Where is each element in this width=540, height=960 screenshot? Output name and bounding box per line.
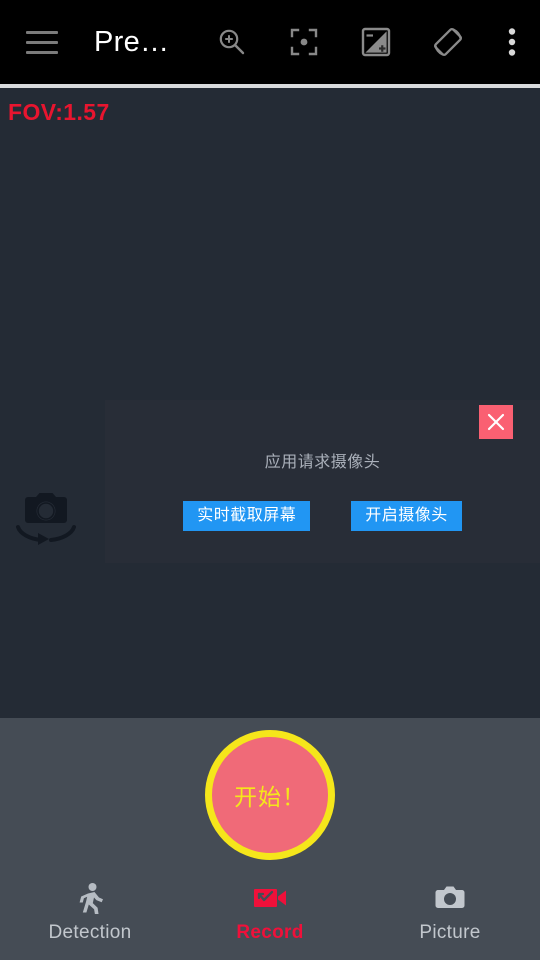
capture-screen-button[interactable]: 实时截取屏幕 bbox=[183, 501, 311, 531]
zoom-in-icon bbox=[216, 26, 248, 58]
tab-detection-label: Detection bbox=[48, 922, 132, 943]
camera-icon bbox=[434, 881, 466, 915]
running-person-icon bbox=[75, 881, 105, 915]
tab-record-label: Record bbox=[236, 922, 304, 943]
exposure-compensation-icon bbox=[360, 26, 392, 58]
screen-rotation-button[interactable] bbox=[412, 0, 484, 84]
video-record-icon bbox=[253, 881, 287, 915]
bottom-tabbar: Detection Record Picture bbox=[0, 875, 540, 960]
dialog-actions: 实时截取屏幕 开启摄像头 bbox=[105, 501, 540, 531]
hamburger-menu-icon[interactable] bbox=[14, 14, 70, 70]
start-record-label: 开始！ bbox=[234, 784, 306, 810]
switch-camera-icon[interactable] bbox=[6, 487, 86, 549]
page-title: Pre… bbox=[94, 25, 170, 58]
camera-permission-dialog: 应用请求摄像头 实时截取屏幕 开启摄像头 bbox=[105, 400, 540, 563]
tab-detection[interactable]: Detection bbox=[0, 875, 180, 960]
overflow-menu-icon bbox=[508, 27, 516, 57]
fov-label: FOV:1.57 bbox=[8, 99, 110, 125]
screen-rotation-icon bbox=[431, 25, 465, 59]
focus-point-button[interactable] bbox=[268, 0, 340, 84]
app-bar-actions bbox=[196, 0, 540, 84]
dialog-message: 应用请求摄像头 bbox=[264, 454, 381, 471]
hamburger-line bbox=[26, 50, 58, 54]
app-screen: Pre… FOV:1.57 应用请求摄像头 实时截取屏幕 开启摄像头 开始！ D… bbox=[0, 0, 540, 960]
hamburger-line bbox=[26, 30, 58, 34]
exposure-compensation-button[interactable] bbox=[340, 0, 412, 84]
close-icon bbox=[485, 411, 507, 433]
tab-record[interactable]: Record bbox=[180, 875, 360, 960]
start-record-button[interactable]: 开始！ bbox=[205, 730, 335, 860]
focus-point-icon bbox=[289, 27, 319, 57]
zoom-in-button[interactable] bbox=[196, 0, 268, 84]
tab-picture-label: Picture bbox=[419, 922, 481, 943]
overflow-menu-button[interactable] bbox=[484, 0, 540, 84]
close-button[interactable] bbox=[479, 405, 513, 439]
open-camera-button[interactable]: 开启摄像头 bbox=[351, 501, 462, 531]
app-bar: Pre… bbox=[0, 0, 540, 84]
hamburger-line bbox=[26, 40, 58, 44]
tab-picture[interactable]: Picture bbox=[360, 875, 540, 960]
